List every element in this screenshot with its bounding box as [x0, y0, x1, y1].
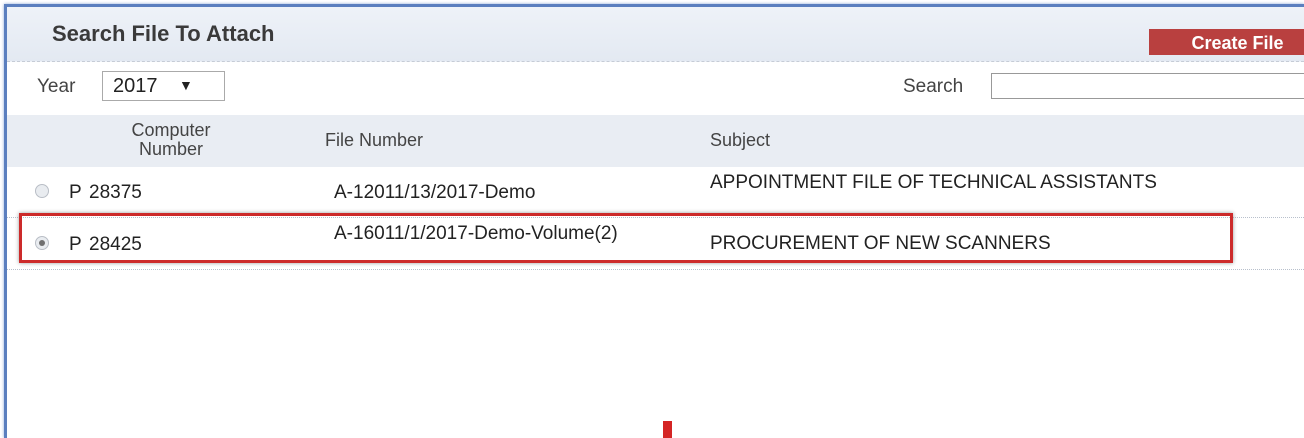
red-arrow-icon — [663, 421, 672, 438]
dropdown-arrow-icon: ▼ — [179, 77, 193, 93]
year-selected-value: 2017 — [113, 75, 158, 97]
search-file-dialog: Search File To Attach Create File Year 2… — [4, 4, 1304, 438]
file-flag: P — [69, 182, 82, 203]
column-header-subject[interactable]: Subject — [710, 131, 770, 150]
table-row[interactable]: P 28375 A-12011/13/2017-Demo APPOINTMENT… — [7, 167, 1304, 218]
create-file-button[interactable]: Create File — [1149, 29, 1304, 55]
column-header-file-number[interactable]: File Number — [325, 131, 423, 150]
selected-row-highlight — [19, 213, 1233, 263]
subject-cell: APPOINTMENT FILE OF TECHNICAL ASSISTANTS — [710, 172, 1157, 193]
search-label: Search — [903, 76, 964, 97]
search-input[interactable] — [991, 73, 1304, 99]
year-label: Year — [37, 76, 76, 97]
file-number-cell: A-12011/13/2017-Demo — [334, 182, 536, 203]
dialog-header: Search File To Attach Create File — [7, 7, 1304, 62]
dialog-title: Search File To Attach — [52, 21, 275, 46]
filter-bar: Year 2017 ▼ Search — [7, 63, 1304, 115]
column-header-computer-number[interactable]: Computer Number — [121, 121, 221, 159]
computer-number-cell: 28375 — [89, 182, 142, 203]
year-select[interactable]: 2017 ▼ — [102, 71, 225, 101]
table-header: Computer Number File Number Subject — [7, 115, 1304, 167]
row-select-radio[interactable] — [35, 184, 49, 198]
